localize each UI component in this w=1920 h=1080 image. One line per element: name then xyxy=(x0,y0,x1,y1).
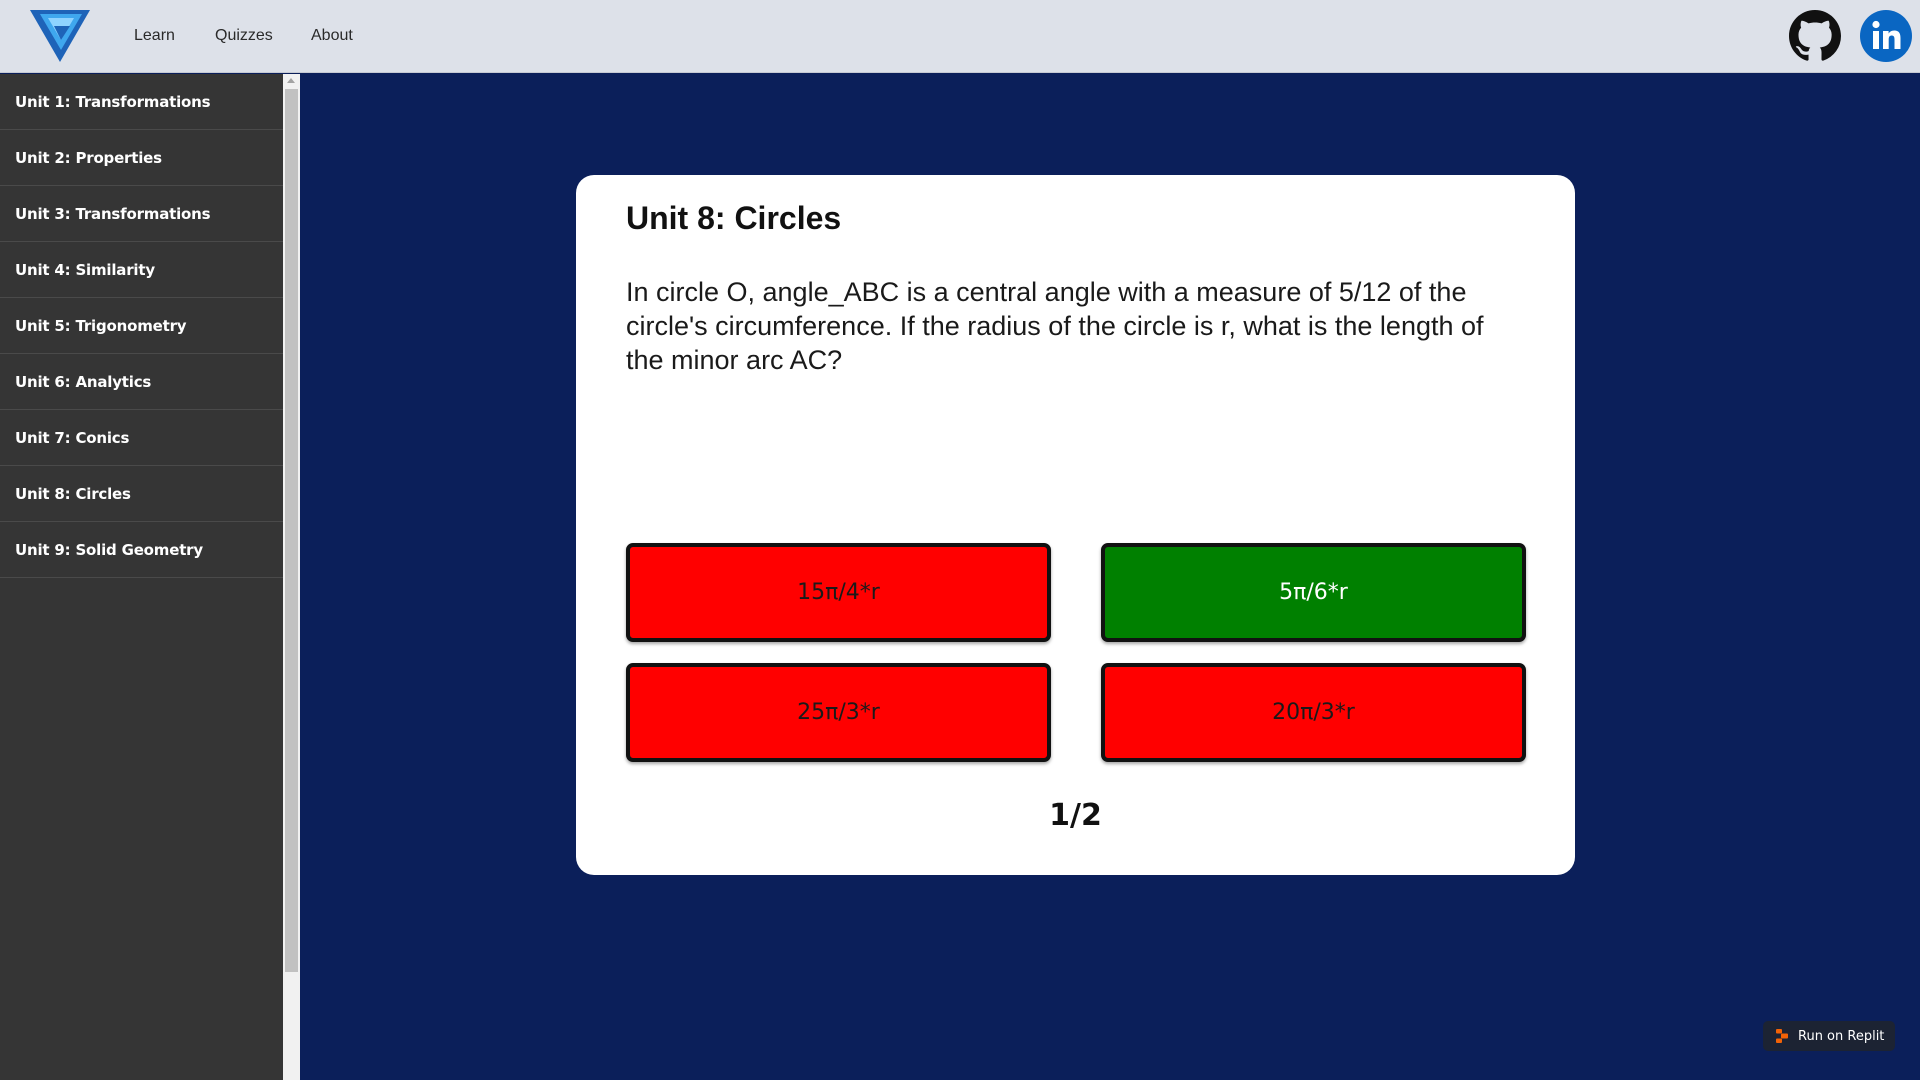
sidebar-scrollbar[interactable] xyxy=(283,74,300,1080)
sidebar-item-unit-6[interactable]: Unit 6: Analytics xyxy=(0,354,283,410)
replit-label: Run on Replit xyxy=(1798,1028,1885,1044)
sidebar-item-unit-1[interactable]: Unit 1: Transformations xyxy=(0,74,283,130)
top-navbar: Learn Quizzes About xyxy=(0,0,1920,73)
units-sidebar: Unit 1: Transformations Unit 2: Properti… xyxy=(0,74,283,1080)
run-on-replit-button[interactable]: Run on Replit xyxy=(1763,1021,1895,1051)
quiz-title: Unit 8: Circles xyxy=(626,200,842,236)
scroll-up-arrow-icon[interactable] xyxy=(287,78,295,83)
sidebar-item-unit-9[interactable]: Unit 9: Solid Geometry xyxy=(0,522,283,578)
triangle-logo-icon[interactable] xyxy=(30,10,90,62)
nav-quizzes-link[interactable]: Quizzes xyxy=(215,27,273,45)
answer-label: 25π/3*r xyxy=(797,700,880,725)
nav-learn-link[interactable]: Learn xyxy=(134,27,175,45)
answer-label: 5π/6*r xyxy=(1279,580,1348,605)
quiz-card: Unit 8: Circles In circle O, angle_ABC i… xyxy=(576,175,1575,875)
question-progress: 1/2 xyxy=(1049,798,1102,833)
sidebar-item-unit-3[interactable]: Unit 3: Transformations xyxy=(0,186,283,242)
answer-label: 15π/4*r xyxy=(797,580,880,605)
answer-button-3[interactable]: 25π/3*r xyxy=(626,663,1051,762)
quiz-question: In circle O, angle_ABC is a central angl… xyxy=(626,277,1484,375)
sidebar-item-unit-4[interactable]: Unit 4: Similarity xyxy=(0,242,283,298)
github-icon[interactable] xyxy=(1789,10,1841,62)
answer-button-2[interactable]: 5π/6*r xyxy=(1101,543,1526,642)
sidebar-item-unit-5[interactable]: Unit 5: Trigonometry xyxy=(0,298,283,354)
sidebar-item-unit-8[interactable]: Unit 8: Circles xyxy=(0,466,283,522)
scrollbar-thumb[interactable] xyxy=(285,89,298,972)
nav-about-link[interactable]: About xyxy=(311,27,353,45)
sidebar-item-unit-2[interactable]: Unit 2: Properties xyxy=(0,130,283,186)
answer-button-4[interactable]: 20π/3*r xyxy=(1101,663,1526,762)
answer-label: 20π/3*r xyxy=(1272,700,1355,725)
sidebar-item-unit-7[interactable]: Unit 7: Conics xyxy=(0,410,283,466)
answer-button-1[interactable]: 15π/4*r xyxy=(626,543,1051,642)
linkedin-icon[interactable] xyxy=(1860,10,1912,62)
replit-icon xyxy=(1776,1029,1788,1043)
